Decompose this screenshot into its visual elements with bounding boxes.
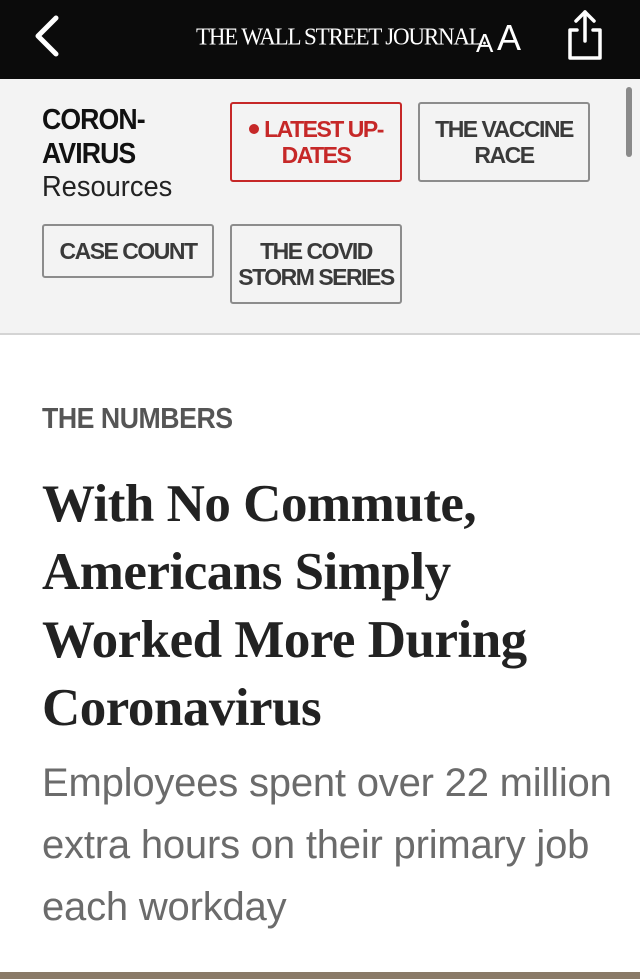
resources-title: CORON- AVIRUS <box>42 103 180 171</box>
article-dek: Employees spent over 22 million extra ho… <box>42 761 612 929</box>
share-button[interactable] <box>562 8 608 62</box>
article-image-edge <box>0 972 640 979</box>
live-dot-icon <box>249 124 260 134</box>
storm-series-label-line1: THE COVID <box>260 238 373 264</box>
latest-updates-button[interactable]: LATEST UP- DATES <box>230 102 402 182</box>
coronavirus-resources-panel: CORON- AVIRUS Resources LATEST UP- DATES… <box>0 79 640 335</box>
article-kicker[interactable]: THE NUMBERS <box>42 402 233 436</box>
top-nav-bar: THE WALL STREET JOURNAL. A A <box>0 0 640 79</box>
resources-title-line1: CORON- <box>42 104 146 136</box>
covid-storm-series-button[interactable]: THE COVID STORM SERIES <box>230 224 402 304</box>
font-size-small-glyph: A <box>476 28 494 58</box>
case-count-label: CASE COUNT <box>59 238 198 264</box>
font-size-large-glyph: A <box>497 17 522 58</box>
vaccine-race-button[interactable]: THE VACCINE RACE <box>418 102 590 182</box>
vaccine-race-label-line1: THE VACCINE <box>435 116 574 142</box>
vaccine-race-label-line2: RACE <box>474 142 535 168</box>
resources-subtitle: Resources <box>42 171 173 203</box>
article-headline: With No Commute, Americans Simply Worked… <box>42 475 527 737</box>
font-size-button[interactable]: A A <box>474 14 530 60</box>
masthead-logo[interactable]: THE WALL STREET JOURNAL. <box>196 19 487 55</box>
chevron-left-icon <box>35 15 59 57</box>
panel-scrollbar[interactable] <box>626 87 632 157</box>
storm-series-label-line2: STORM SERIES <box>238 264 395 290</box>
resources-title-line2: AVIRUS <box>42 138 136 170</box>
latest-updates-label-line1: LATEST UP- <box>264 116 384 142</box>
back-button[interactable] <box>28 12 68 60</box>
case-count-button[interactable]: CASE COUNT <box>42 224 214 278</box>
share-icon <box>568 10 602 60</box>
latest-updates-label-line2: DATES <box>281 142 352 168</box>
